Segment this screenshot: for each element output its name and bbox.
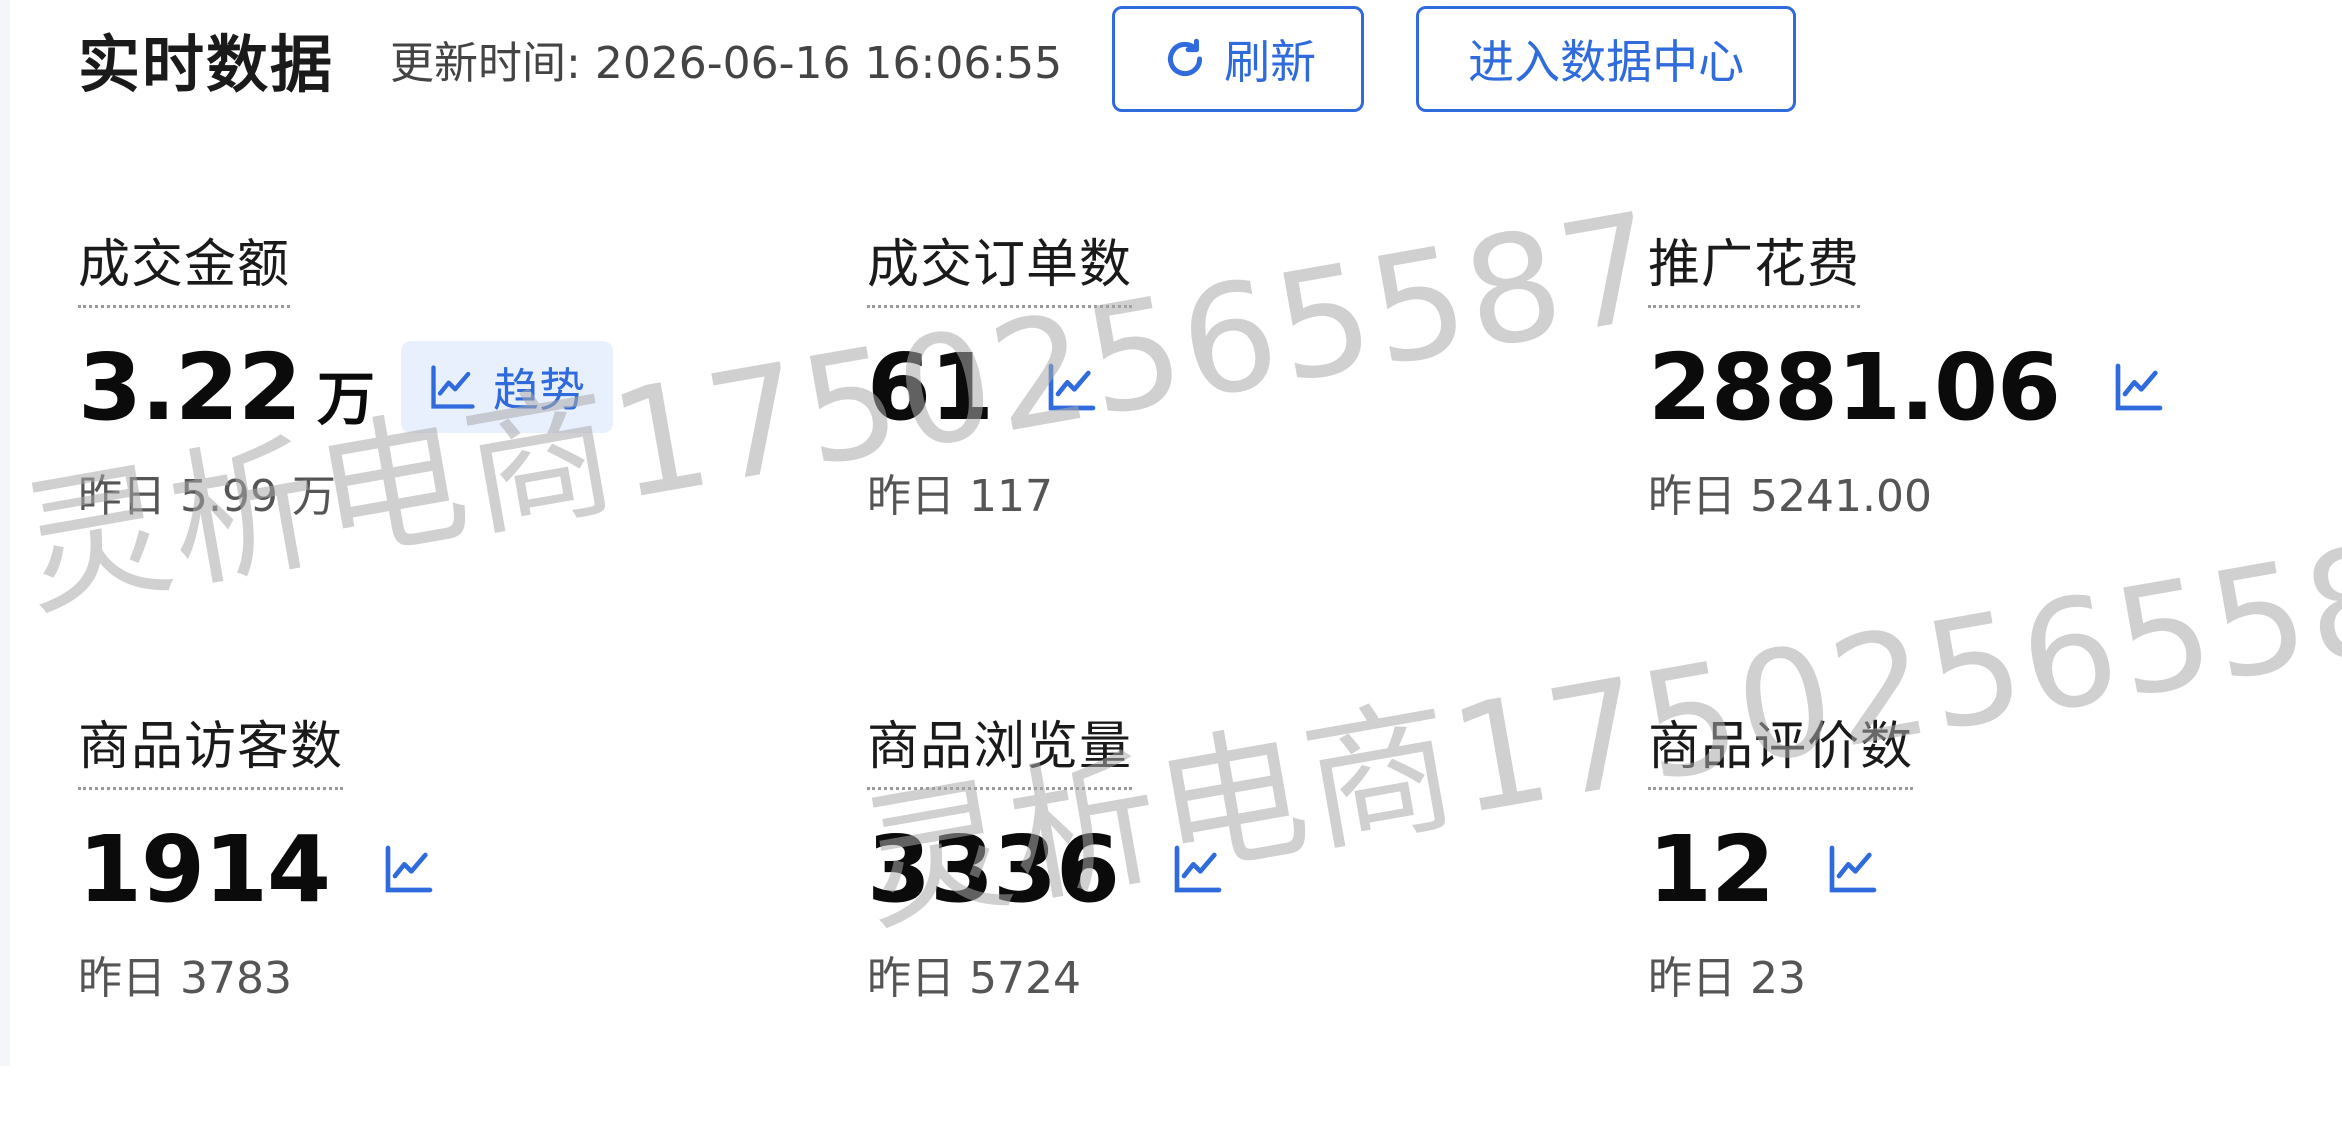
metric-value: 2881.06 bbox=[1648, 333, 2061, 441]
metric-value: 1914 bbox=[78, 815, 331, 923]
line-chart-icon bbox=[1829, 845, 1877, 893]
realtime-data-panel: 实时数据 更新时间: 2026-06-16 16:06:55 刷新 进入数据中心… bbox=[0, 0, 2342, 1066]
metric-label: 推广花费 bbox=[1648, 222, 1861, 308]
metric-previous: 昨日 3783 bbox=[78, 953, 292, 1004]
refresh-button-label: 刷新 bbox=[1224, 35, 1317, 89]
line-chart-icon bbox=[431, 365, 475, 409]
metric-value: 3336 bbox=[867, 815, 1120, 923]
metric-label: 商品评价数 bbox=[1648, 704, 1914, 790]
metric-previous: 昨日 5724 bbox=[867, 953, 1081, 1004]
enter-data-center-button[interactable]: 进入数据中心 bbox=[1416, 6, 1797, 112]
metric-value-row: 12 bbox=[1648, 814, 1884, 924]
metric-value: 3.22 bbox=[78, 333, 302, 441]
trend-button[interactable]: 趋势 bbox=[401, 341, 614, 433]
metric-value: 12 bbox=[1648, 815, 1775, 923]
trend-icon-button[interactable] bbox=[378, 838, 440, 900]
metric-label: 成交金额 bbox=[78, 222, 291, 308]
metric-value-row: 3336 bbox=[867, 814, 1229, 924]
enter-data-center-label: 进入数据中心 bbox=[1468, 35, 1745, 89]
metric-value-row: 61 bbox=[867, 332, 1103, 442]
panel-header: 实时数据 更新时间: 2026-06-16 16:06:55 刷新 进入数据中心 bbox=[78, 0, 1848, 118]
trend-icon-button[interactable] bbox=[1041, 356, 1103, 418]
trend-icon-button[interactable] bbox=[2108, 356, 2170, 418]
trend-icon-button[interactable] bbox=[1822, 838, 1884, 900]
line-chart-icon bbox=[2115, 363, 2163, 411]
trend-icon-button[interactable] bbox=[1167, 838, 1229, 900]
metric-value-row: 2881.06 bbox=[1648, 332, 2170, 442]
metric-label: 商品访客数 bbox=[78, 704, 344, 790]
trend-button-label: 趋势 bbox=[493, 363, 586, 417]
page-background bbox=[0, 1066, 2342, 1138]
metric-unit: 万 bbox=[317, 365, 376, 433]
metric-value-row: 1914 bbox=[78, 814, 440, 924]
metric-previous: 昨日 5.99 万 bbox=[78, 471, 336, 522]
metric-label: 商品浏览量 bbox=[867, 704, 1133, 790]
metric-value: 61 bbox=[867, 333, 994, 441]
update-time: 更新时间: 2026-06-16 16:06:55 bbox=[390, 38, 1063, 89]
metric-label: 成交订单数 bbox=[867, 222, 1133, 308]
refresh-button[interactable]: 刷新 bbox=[1112, 6, 1365, 112]
metric-previous: 昨日 5241.00 bbox=[1648, 471, 1932, 522]
line-chart-icon bbox=[1048, 363, 1096, 411]
metric-value-row: 3.22 万 趋势 bbox=[78, 332, 614, 442]
metric-previous: 昨日 117 bbox=[867, 471, 1053, 522]
refresh-icon bbox=[1168, 38, 1203, 77]
line-chart-icon bbox=[1174, 845, 1222, 893]
page-title: 实时数据 bbox=[78, 28, 335, 101]
line-chart-icon bbox=[385, 845, 433, 893]
metric-previous: 昨日 23 bbox=[1648, 953, 1806, 1004]
